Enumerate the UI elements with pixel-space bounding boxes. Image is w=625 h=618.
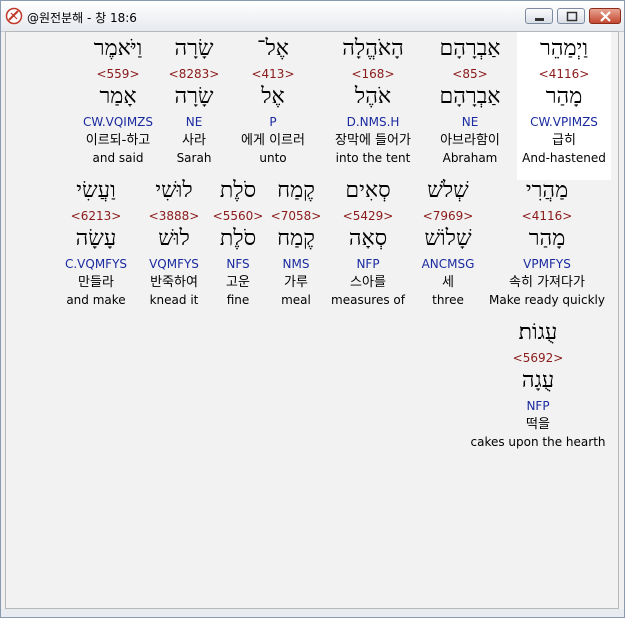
- english-gloss: knead it: [149, 293, 199, 307]
- lexical-form: אַבְרָהָם: [439, 84, 501, 109]
- english-gloss: fine: [226, 293, 250, 307]
- word-block[interactable]: סְאִים <5429> סְאָה NFP 스아를 measures of: [324, 180, 412, 310]
- english-gloss: meal: [281, 293, 311, 307]
- parsing-code: NFS: [226, 257, 250, 271]
- parsing-code: CW.VQIMZS: [82, 115, 154, 129]
- minimize-icon: [535, 18, 544, 21]
- lexical-form: מָהַר: [528, 226, 566, 251]
- english-gloss: Abraham: [442, 151, 498, 165]
- hebrew-word: מַהֲרִי: [525, 178, 569, 203]
- hebrew-word: קֶמַח: [277, 178, 315, 203]
- word-block[interactable]: עֻגוֹת׃ <5692> עֻגָה NFP 떡을 cakes upon t…: [464, 322, 612, 452]
- english-gloss: three: [432, 293, 464, 307]
- lexical-form: שָׂרָה: [174, 84, 214, 109]
- parsing-code: C.VQMFYS: [64, 257, 128, 271]
- word-block[interactable]: וַעֲשִׂי <6213> עָשָׂה C.VQMFYS 만들라 and …: [54, 180, 138, 310]
- lexical-form: עֻגָה: [521, 368, 555, 393]
- lexical-form: שָׁלוֹשׁ: [424, 226, 472, 251]
- parsing-code: NFP: [526, 399, 550, 413]
- english-gloss: Make ready quickly: [489, 293, 605, 307]
- maximize-button[interactable]: [557, 8, 585, 24]
- korean-gloss: 장막에 들어가: [335, 133, 411, 148]
- hebrew-word: אֶל־: [257, 36, 289, 61]
- word-block[interactable]: מַהֲרִי <4116> מָהַר VPMFYS 속히 가져다가 Make…: [484, 180, 610, 310]
- parsing-code: NMS: [282, 257, 310, 271]
- word-block[interactable]: הָאֹהֱלָה <168> אֹהֶל D.NMS.H 장막에 들어가 in…: [318, 38, 428, 168]
- korean-gloss: 떡을: [526, 417, 550, 432]
- word-block[interactable]: שָׂרָה <8283> שָׂרָה NE 사라 Sarah: [156, 38, 232, 168]
- english-gloss: cakes upon the hearth: [470, 435, 606, 449]
- hebrew-word: שָׂרָה: [174, 36, 214, 61]
- minimize-button[interactable]: [525, 8, 553, 24]
- hebrew-word: עֻגוֹת׃: [518, 320, 558, 345]
- maximize-icon: [566, 11, 578, 22]
- app-icon: [5, 7, 23, 25]
- word-block[interactable]: לוּשִׁי <3888> לוּשׁ VQMFYS 반죽하여 knead i…: [136, 180, 212, 310]
- word-block[interactable]: וַיֹּאמֶר <559> אָמַר CW.VQIMZS 이르되-하고 a…: [72, 38, 164, 168]
- english-gloss: unto: [259, 151, 287, 165]
- parsing-code: VPMFYS: [523, 257, 571, 271]
- lexical-form: אֶל: [261, 84, 285, 109]
- interlinear-panel: וַיְמַהֵר <4116> מָהַר CW.VPIMZS 급히 And-…: [5, 31, 619, 609]
- lexical-form: סֹלֶת: [219, 226, 257, 251]
- lexical-form: מָהַר: [545, 84, 583, 109]
- status-strip: [1, 609, 624, 617]
- word-block[interactable]: סֹלֶת <5560> סֹלֶת NFS 고운 fine: [208, 180, 268, 310]
- word-block[interactable]: אֶל־ <413> אֶל P 에게 이르러 unto: [226, 38, 320, 168]
- korean-gloss: 만들라: [78, 275, 114, 290]
- parsing-code: P: [269, 115, 277, 129]
- hebrew-word: אַבְרָהָם: [439, 36, 501, 61]
- english-gloss: Sarah: [176, 151, 212, 165]
- korean-gloss: 급히: [552, 133, 576, 148]
- korean-gloss: 세: [442, 275, 454, 290]
- english-gloss: and said: [92, 151, 144, 165]
- english-gloss: And-hastened: [522, 151, 606, 165]
- hebrew-word: וַעֲשִׂי: [76, 178, 116, 203]
- parsing-code: NFP: [356, 257, 380, 271]
- word-block[interactable]: וַיְמַהֵר <4116> מָהַר CW.VPIMZS 급히 And-…: [517, 32, 611, 180]
- word-block[interactable]: אַבְרָהָם <85> אַבְרָהָם NE 아브라함이 Abraha…: [423, 38, 517, 168]
- lexical-form: אֹהֶל: [354, 84, 392, 109]
- hebrew-word: שְׁלֹשׁ: [427, 178, 469, 203]
- app-window: @원전분해 - 창 18:6 וַיְמַהֵר <4116> מָהַר CW…: [0, 0, 625, 618]
- hebrew-word: וַיְמַהֵר: [540, 36, 588, 61]
- korean-gloss: 스아를: [350, 275, 386, 290]
- lexical-form: עָשָׂה: [75, 226, 117, 251]
- korean-gloss: 아브라함이: [440, 133, 500, 148]
- lexical-form: סְאָה: [348, 226, 388, 251]
- parsing-code: VQMFYS: [149, 257, 199, 271]
- close-icon: [600, 11, 611, 22]
- close-button[interactable]: [589, 8, 621, 24]
- english-gloss: and make: [66, 293, 126, 307]
- hebrew-word: סְאִים: [345, 178, 391, 203]
- korean-gloss: 속히 가져다가: [509, 275, 585, 290]
- lexical-form: אָמַר: [99, 84, 137, 109]
- word-block[interactable]: קֶמַח <7058> קֶמַח NMS 가루 meal: [266, 180, 326, 310]
- korean-gloss: 가루: [284, 275, 308, 290]
- korean-gloss: 에게 이르러: [241, 133, 305, 148]
- parsing-code: NE: [185, 115, 203, 129]
- hebrew-word: לוּשִׁי: [155, 178, 193, 203]
- hebrew-word: הָאֹהֱלָה: [342, 36, 404, 61]
- korean-gloss: 사라: [182, 133, 206, 148]
- korean-gloss: 반죽하여: [150, 275, 198, 290]
- english-gloss: measures of: [331, 293, 405, 307]
- parsing-code: CW.VPIMZS: [530, 115, 598, 129]
- lexical-form: לוּשׁ: [158, 226, 190, 251]
- parsing-code: NE: [461, 115, 479, 129]
- title-bar[interactable]: @원전분해 - 창 18:6: [1, 1, 624, 32]
- lexical-form: קֶמַח: [277, 226, 315, 251]
- hebrew-word: סֹלֶת: [219, 178, 257, 203]
- korean-gloss: 고운: [226, 275, 250, 290]
- window-title: @원전분해 - 창 18:6: [27, 11, 137, 25]
- hebrew-word: וַיֹּאמֶר: [93, 36, 143, 61]
- parsing-code: D.NMS.H: [346, 115, 400, 129]
- word-block[interactable]: שְׁלֹשׁ <7969> שָׁלוֹשׁ ANCMSG 세 three: [410, 180, 486, 310]
- english-gloss: into the tent: [335, 151, 411, 165]
- korean-gloss: 이르되-하고: [85, 133, 151, 148]
- parsing-code: ANCMSG: [421, 257, 475, 271]
